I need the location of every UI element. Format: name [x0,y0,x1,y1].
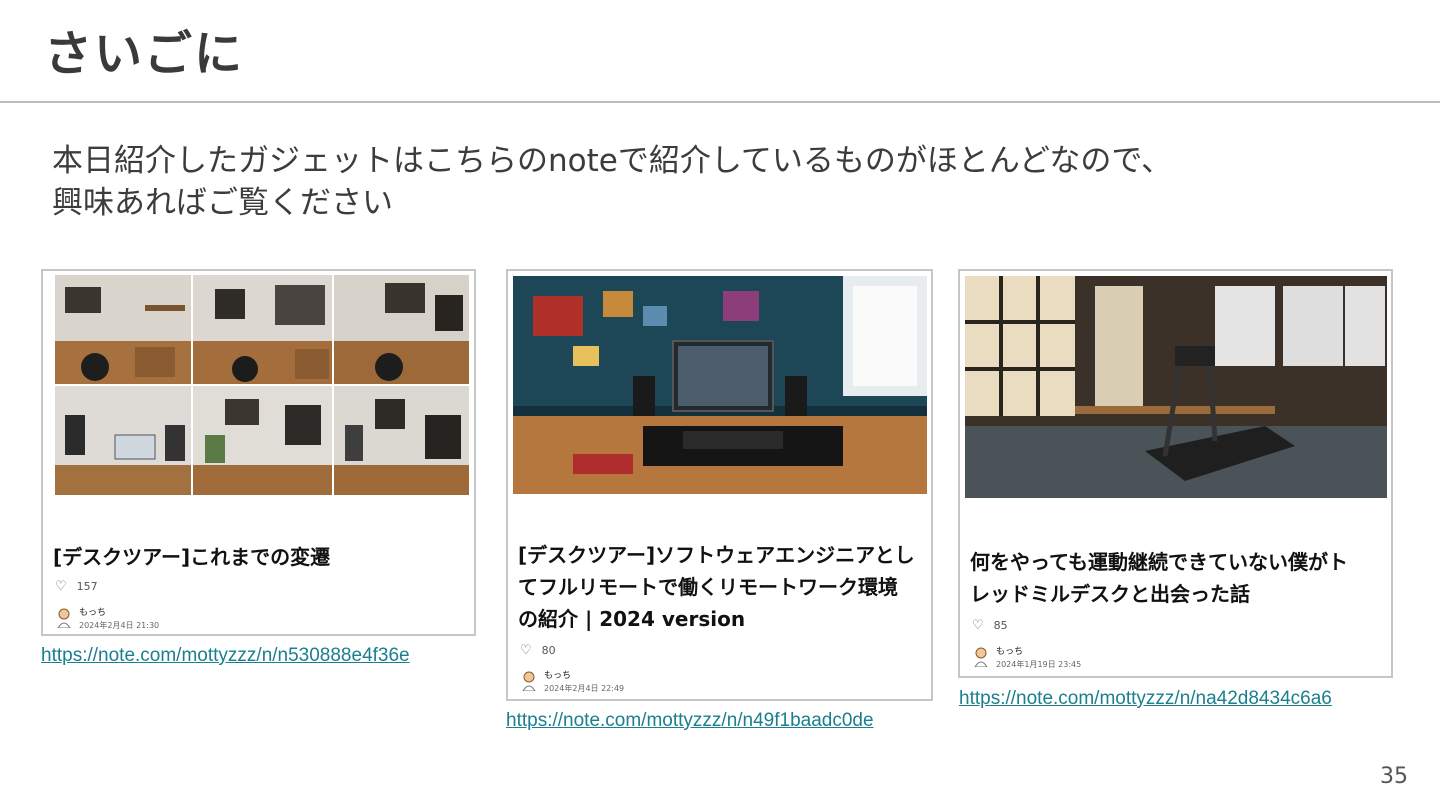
author-info[interactable]: もっち 2024年2月4日 22:49 [520,668,624,694]
author-info[interactable]: もっち 2024年2月4日 21:30 [55,605,159,631]
author-info[interactable]: もっち 2024年1月19日 23:45 [972,644,1081,670]
treadmill-desk-thumbnail [965,276,1387,498]
card-title[interactable]: [デスクツアー]これまでの変遷 [53,541,464,573]
like-count[interactable]: ♡ 85 [972,618,1008,633]
like-count[interactable]: ♡ 80 [520,643,556,658]
card-title[interactable]: 何をやっても運動継続できていない僕がト レッドミルデスクと出会った話 [970,546,1381,610]
note-card-3[interactable]: 何をやっても運動継続できていない僕がト レッドミルデスクと出会った話 ♡ 85 … [958,269,1393,678]
avatar [57,608,71,628]
lead-text: 本日紹介したガジェットはこちらのnoteで紹介しているものがほとんどなので、 興… [52,140,1172,224]
like-count[interactable]: ♡ 157 [55,579,98,594]
note-card-1[interactable]: [デスクツアー]これまでの変遷 ♡ 157 もっち 2024年2月4日 21:3… [41,269,476,636]
page-number: 35 [1380,764,1408,789]
post-date: 2024年1月19日 23:45 [996,660,1082,669]
lead-line-2: 興味あればご覧ください [52,185,393,221]
heart-icon[interactable]: ♡ [55,579,67,594]
note-card-2[interactable]: [デスクツアー]ソフトウェアエンジニアとし てフルリモートで働くリモートワーク環… [506,269,933,701]
slide-title: さいごに [44,26,245,82]
heart-icon[interactable]: ♡ [520,643,532,658]
desk-grid-thumbnail [55,275,469,495]
note-link-3[interactable]: https://note.com/mottyzzz/n/na42d8434c6a… [959,688,1332,710]
author-name: もっち [544,671,572,681]
author-name: もっち [996,647,1024,657]
note-link-2[interactable]: https://note.com/mottyzzz/n/n49f1baadc0d… [506,710,874,732]
author-name: もっち [79,608,107,618]
avatar [974,647,988,667]
avatar [522,671,536,691]
lead-line-1: 本日紹介したガジェットはこちらのnoteで紹介しているものがほとんどなので、 [52,143,1173,179]
post-date: 2024年2月4日 22:49 [544,684,625,693]
card-title[interactable]: [デスクツアー]ソフトウェアエンジニアとし てフルリモートで働くリモートワーク環… [518,539,921,635]
note-link-1[interactable]: https://note.com/mottyzzz/n/n530888e4f36… [41,645,410,667]
title-divider [0,101,1440,103]
post-date: 2024年2月4日 21:30 [79,621,160,630]
heart-icon[interactable]: ♡ [972,618,984,633]
gaming-desk-thumbnail [513,276,927,494]
